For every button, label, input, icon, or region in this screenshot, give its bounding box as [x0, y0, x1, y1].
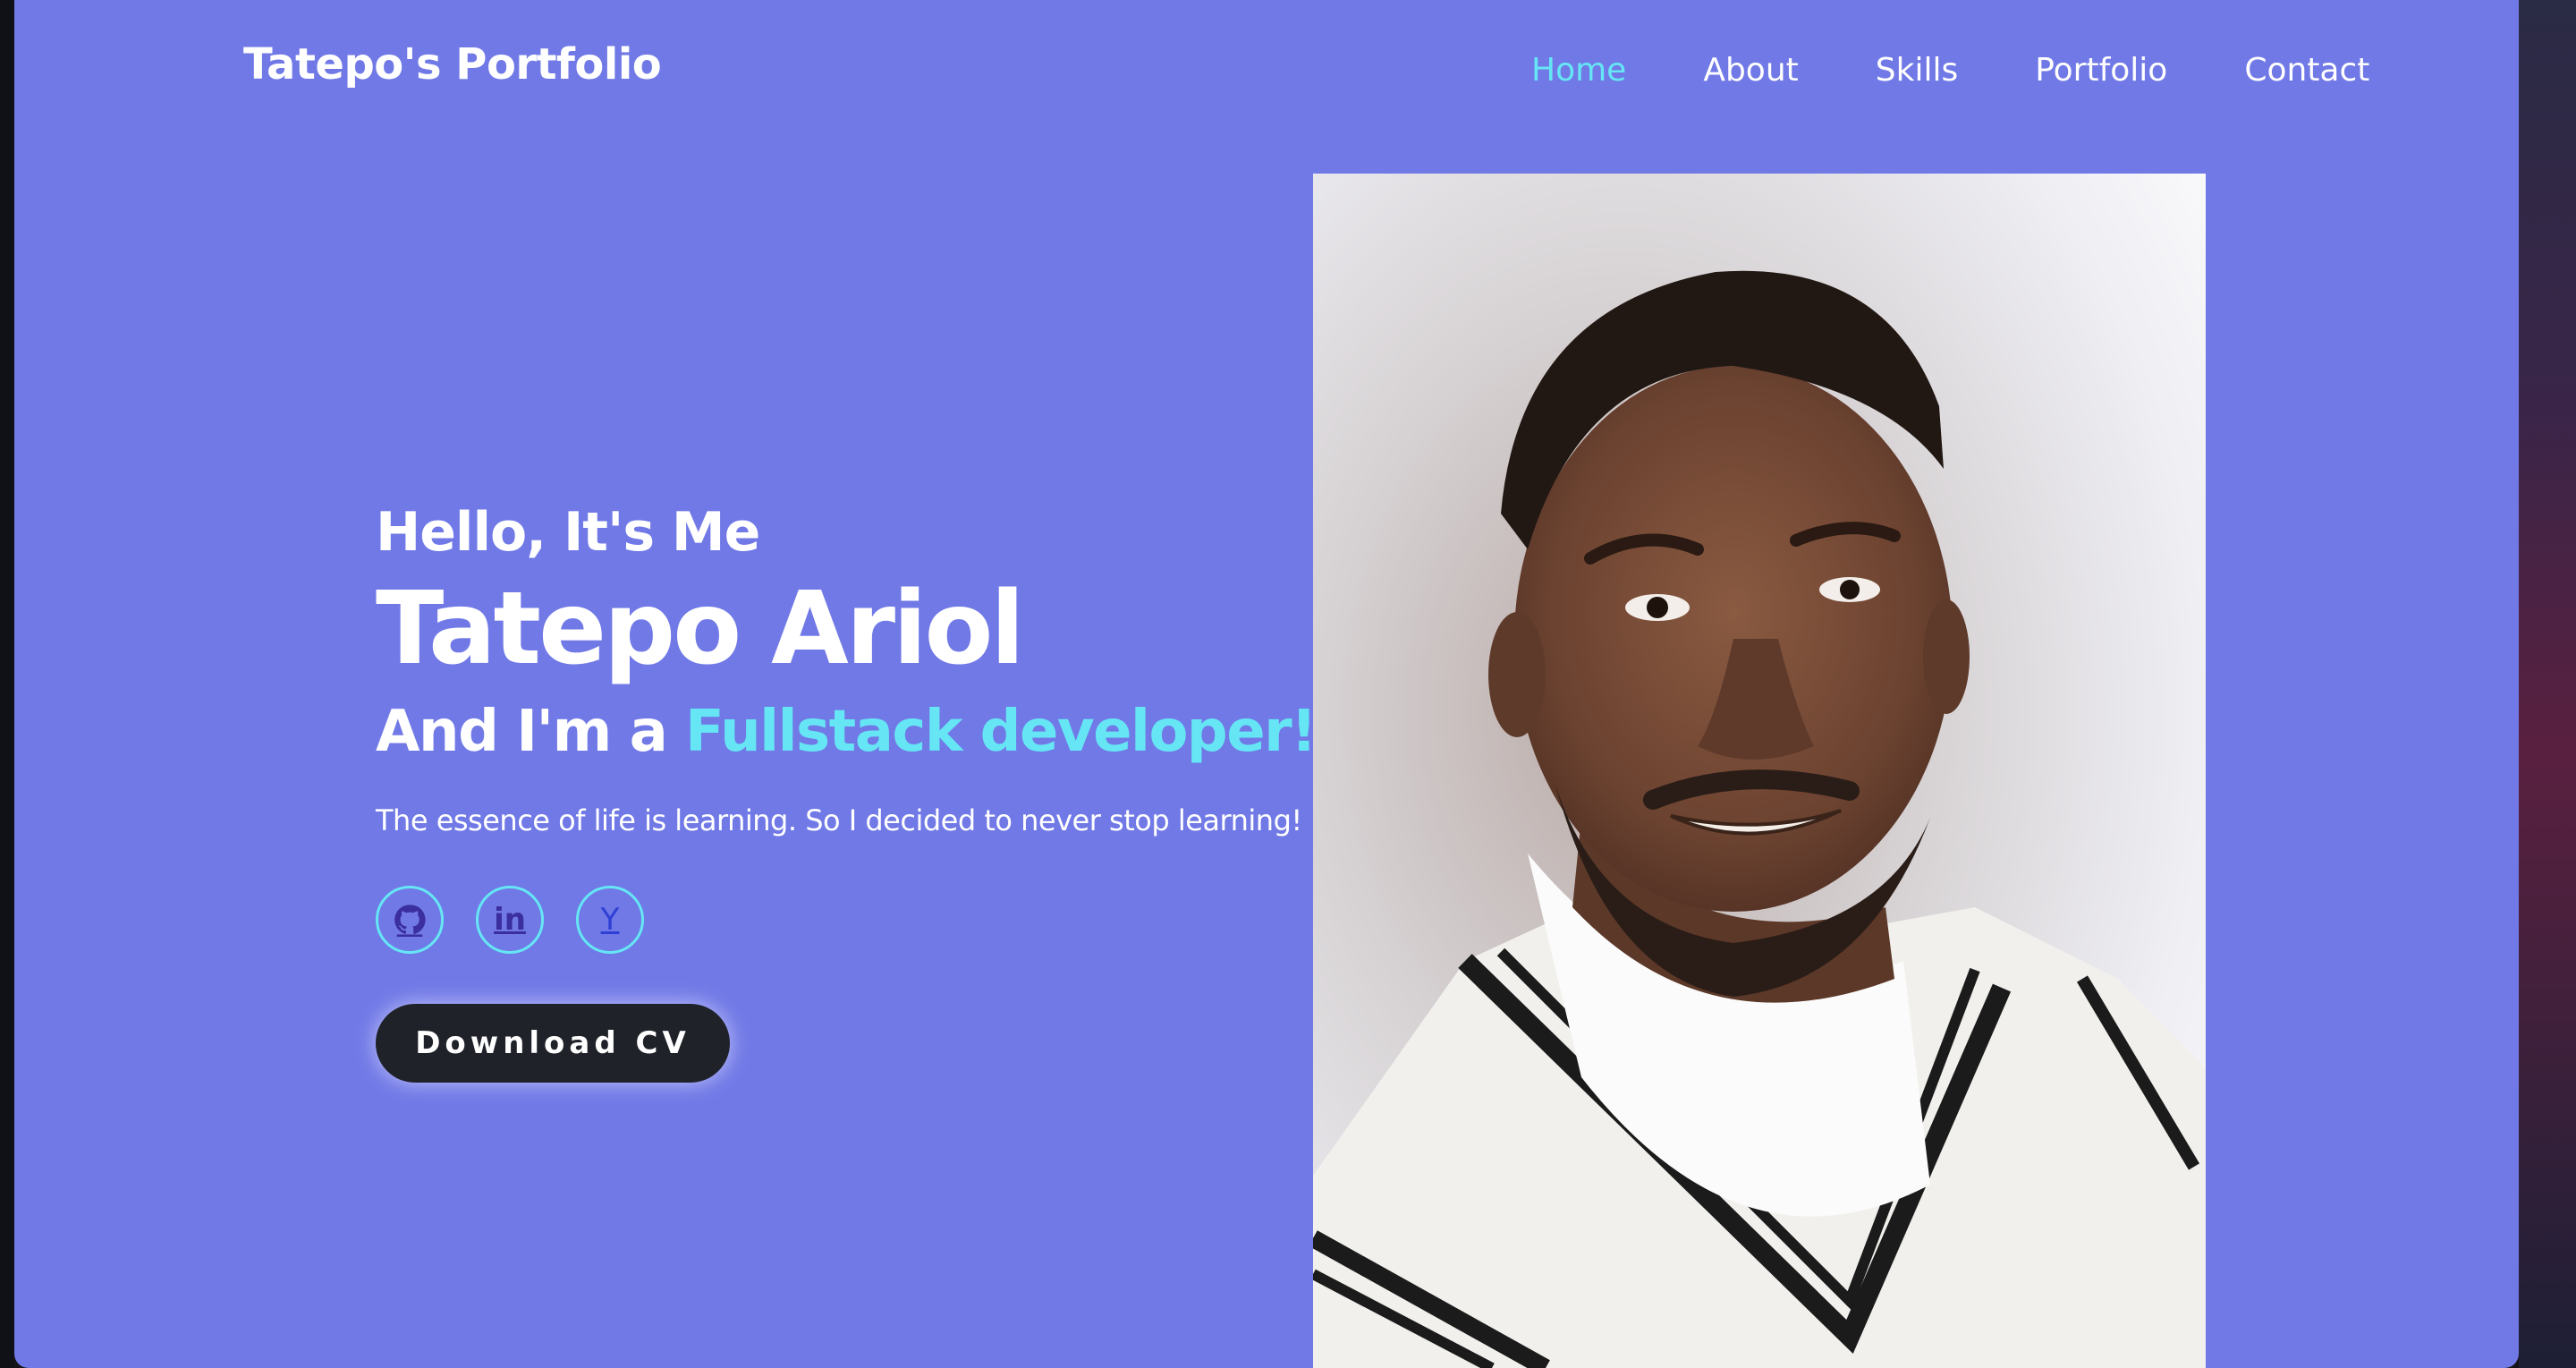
desktop-right-edge [2519, 0, 2576, 1368]
profile-photo [1313, 174, 2206, 1368]
portrait-illustration [1313, 174, 2206, 1368]
browser-page: Tatepo's Portfolio Home About Skills Por… [14, 0, 2519, 1368]
download-cv-button[interactable]: Download CV [376, 1004, 730, 1083]
ycombinator-icon: Y [600, 902, 620, 938]
nav-skills[interactable]: Skills [1876, 48, 1958, 93]
linkedin-icon: in [494, 902, 526, 938]
role-highlight: Fullstack developer! [685, 699, 1317, 765]
hero-section: Hello, It's Me Tatepo Ariol And I'm a Fu… [376, 494, 1342, 1083]
desktop-left-edge [0, 0, 14, 1368]
nav-portfolio[interactable]: Portfolio [2035, 48, 2167, 93]
main-nav: Home About Skills Portfolio Contact [1531, 48, 2369, 93]
ycombinator-link[interactable]: Y [576, 886, 644, 954]
nav-about[interactable]: About [1703, 48, 1798, 93]
nav-contact[interactable]: Contact [2244, 48, 2369, 93]
github-link[interactable] [376, 886, 444, 954]
hero-greeting: Hello, It's Me [376, 501, 760, 564]
site-header: Tatepo's Portfolio Home About Skills Por… [14, 0, 2519, 140]
social-links: in Y [376, 886, 1342, 954]
hero-role: And I'm a Fullstack developer! [376, 687, 1342, 777]
hero-name: Tatepo Ariol [376, 571, 1025, 687]
role-prefix: And I'm a [376, 699, 668, 765]
nav-home[interactable]: Home [1531, 48, 1626, 93]
linkedin-link[interactable]: in [476, 886, 544, 954]
github-icon [394, 905, 426, 937]
hero-tagline: The essence of life is learning. So I de… [376, 803, 1302, 837]
site-logo[interactable]: Tatepo's Portfolio [243, 39, 662, 89]
